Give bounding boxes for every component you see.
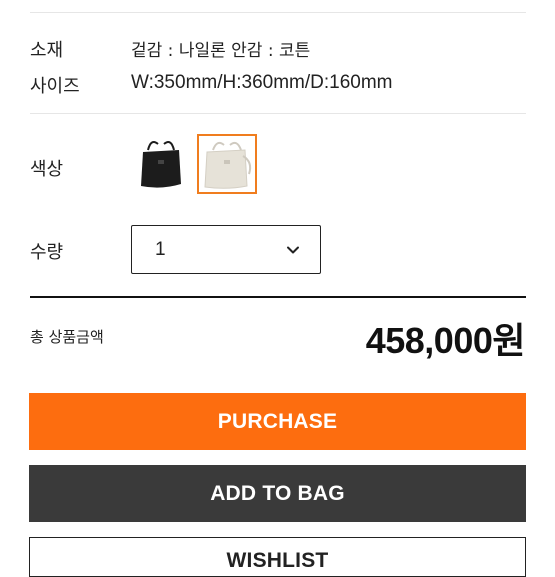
quantity-select[interactable]: 1 bbox=[131, 225, 321, 274]
ivory-bag-thumbnail bbox=[199, 136, 255, 192]
size-row: 사이즈 W:350mm/H:360mm/D:160mm bbox=[30, 72, 393, 98]
color-option-ivory[interactable] bbox=[197, 134, 257, 194]
total-divider bbox=[30, 296, 526, 298]
black-bag-thumbnail bbox=[131, 134, 191, 194]
color-label: 색상 bbox=[30, 159, 64, 180]
material-label: 소재 bbox=[30, 40, 64, 61]
add-to-bag-button-label: ADD TO BAG bbox=[210, 481, 345, 505]
add-to-bag-button[interactable]: ADD TO BAG bbox=[29, 465, 526, 522]
total-label: 총 상품금액 bbox=[30, 328, 104, 346]
total-price: 458,000원 bbox=[365, 320, 526, 361]
quantity-label: 수량 bbox=[30, 242, 64, 263]
quantity-value: 1 bbox=[155, 239, 166, 260]
color-option-black[interactable] bbox=[131, 134, 191, 194]
section-divider bbox=[30, 113, 526, 114]
wishlist-button-label: WISHLIST bbox=[226, 549, 329, 572]
wishlist-button[interactable]: WISHLIST bbox=[29, 537, 526, 577]
size-label: 사이즈 bbox=[30, 76, 80, 97]
purchase-button-label: PURCHASE bbox=[217, 409, 338, 433]
size-value: W:350mm/H:360mm/D:160mm bbox=[131, 72, 393, 93]
material-row: 소재 겉감 : 나일론 안감 : 코튼 bbox=[30, 36, 310, 62]
top-divider bbox=[30, 12, 526, 13]
chevron-down-icon bbox=[287, 246, 299, 254]
material-value: 겉감 : 나일론 안감 : 코튼 bbox=[131, 41, 311, 61]
purchase-button[interactable]: PURCHASE bbox=[29, 393, 526, 450]
